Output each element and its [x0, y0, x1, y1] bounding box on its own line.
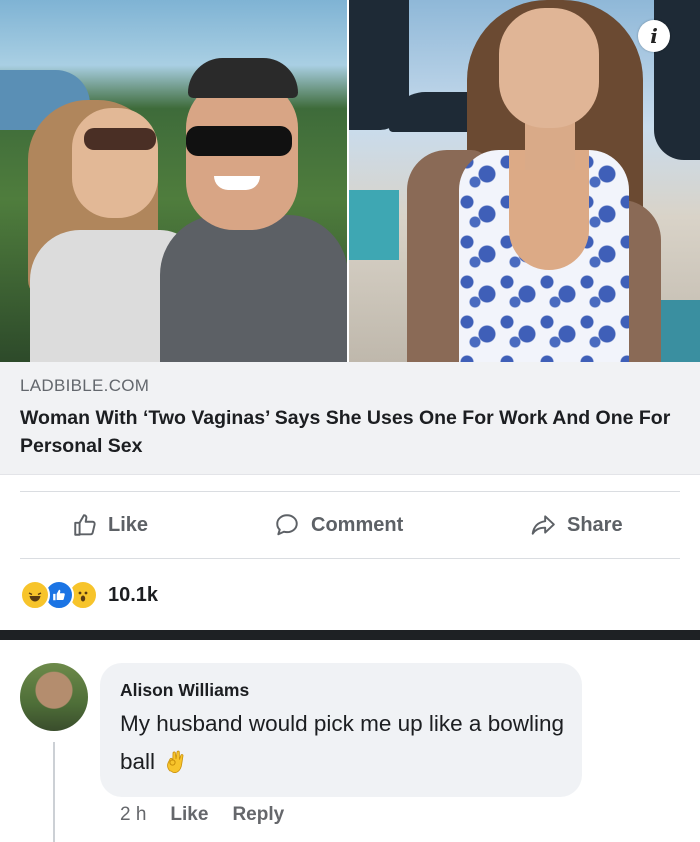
info-icon[interactable]: i	[638, 20, 670, 52]
woman-photo	[349, 0, 700, 362]
like-button[interactable]: Like	[72, 492, 148, 558]
reaction-count: 10.1k	[108, 583, 159, 606]
link-caption[interactable]: LADBIBLE.COM Woman With ‘Two Vaginas’ Sa…	[0, 362, 700, 475]
comment-text: My husband would pick me up like a bowli…	[120, 705, 570, 781]
action-bar-bottom-divider	[20, 558, 680, 559]
avatar[interactable]	[20, 663, 88, 731]
thread-line	[53, 742, 55, 842]
comment-bubble: Alison Williams My husband would pick me…	[100, 663, 582, 797]
comment-meta: 2 h Like Reply	[120, 804, 284, 826]
share-arrow-icon	[531, 515, 555, 535]
comment-like-button[interactable]: Like	[170, 804, 208, 826]
share-button[interactable]: Share	[529, 492, 623, 558]
thumbs-up-icon	[74, 514, 96, 536]
ok-hand-icon	[167, 750, 184, 773]
comment-reply-button[interactable]: Reply	[232, 804, 284, 826]
comment-timestamp[interactable]: 2 h	[120, 804, 146, 826]
like-label: Like	[108, 513, 149, 536]
couple-photo	[0, 0, 347, 362]
comment-label: Comment	[311, 513, 404, 536]
haha-reaction-icon	[20, 580, 50, 610]
comment-author[interactable]: Alison Williams	[120, 680, 249, 701]
image-separator	[0, 630, 700, 640]
reaction-summary[interactable]: 10.1k	[20, 578, 158, 612]
share-label: Share	[567, 513, 623, 536]
link-domain: LADBIBLE.COM	[20, 376, 150, 395]
link-headline[interactable]: Woman With ‘Two Vaginas’ Says She Uses O…	[20, 404, 680, 460]
action-bar: Like Comment Share	[0, 492, 700, 558]
comment-bubble-icon	[276, 514, 298, 536]
comment-button[interactable]: Comment	[273, 492, 403, 558]
link-preview-images[interactable]: i	[0, 0, 700, 362]
